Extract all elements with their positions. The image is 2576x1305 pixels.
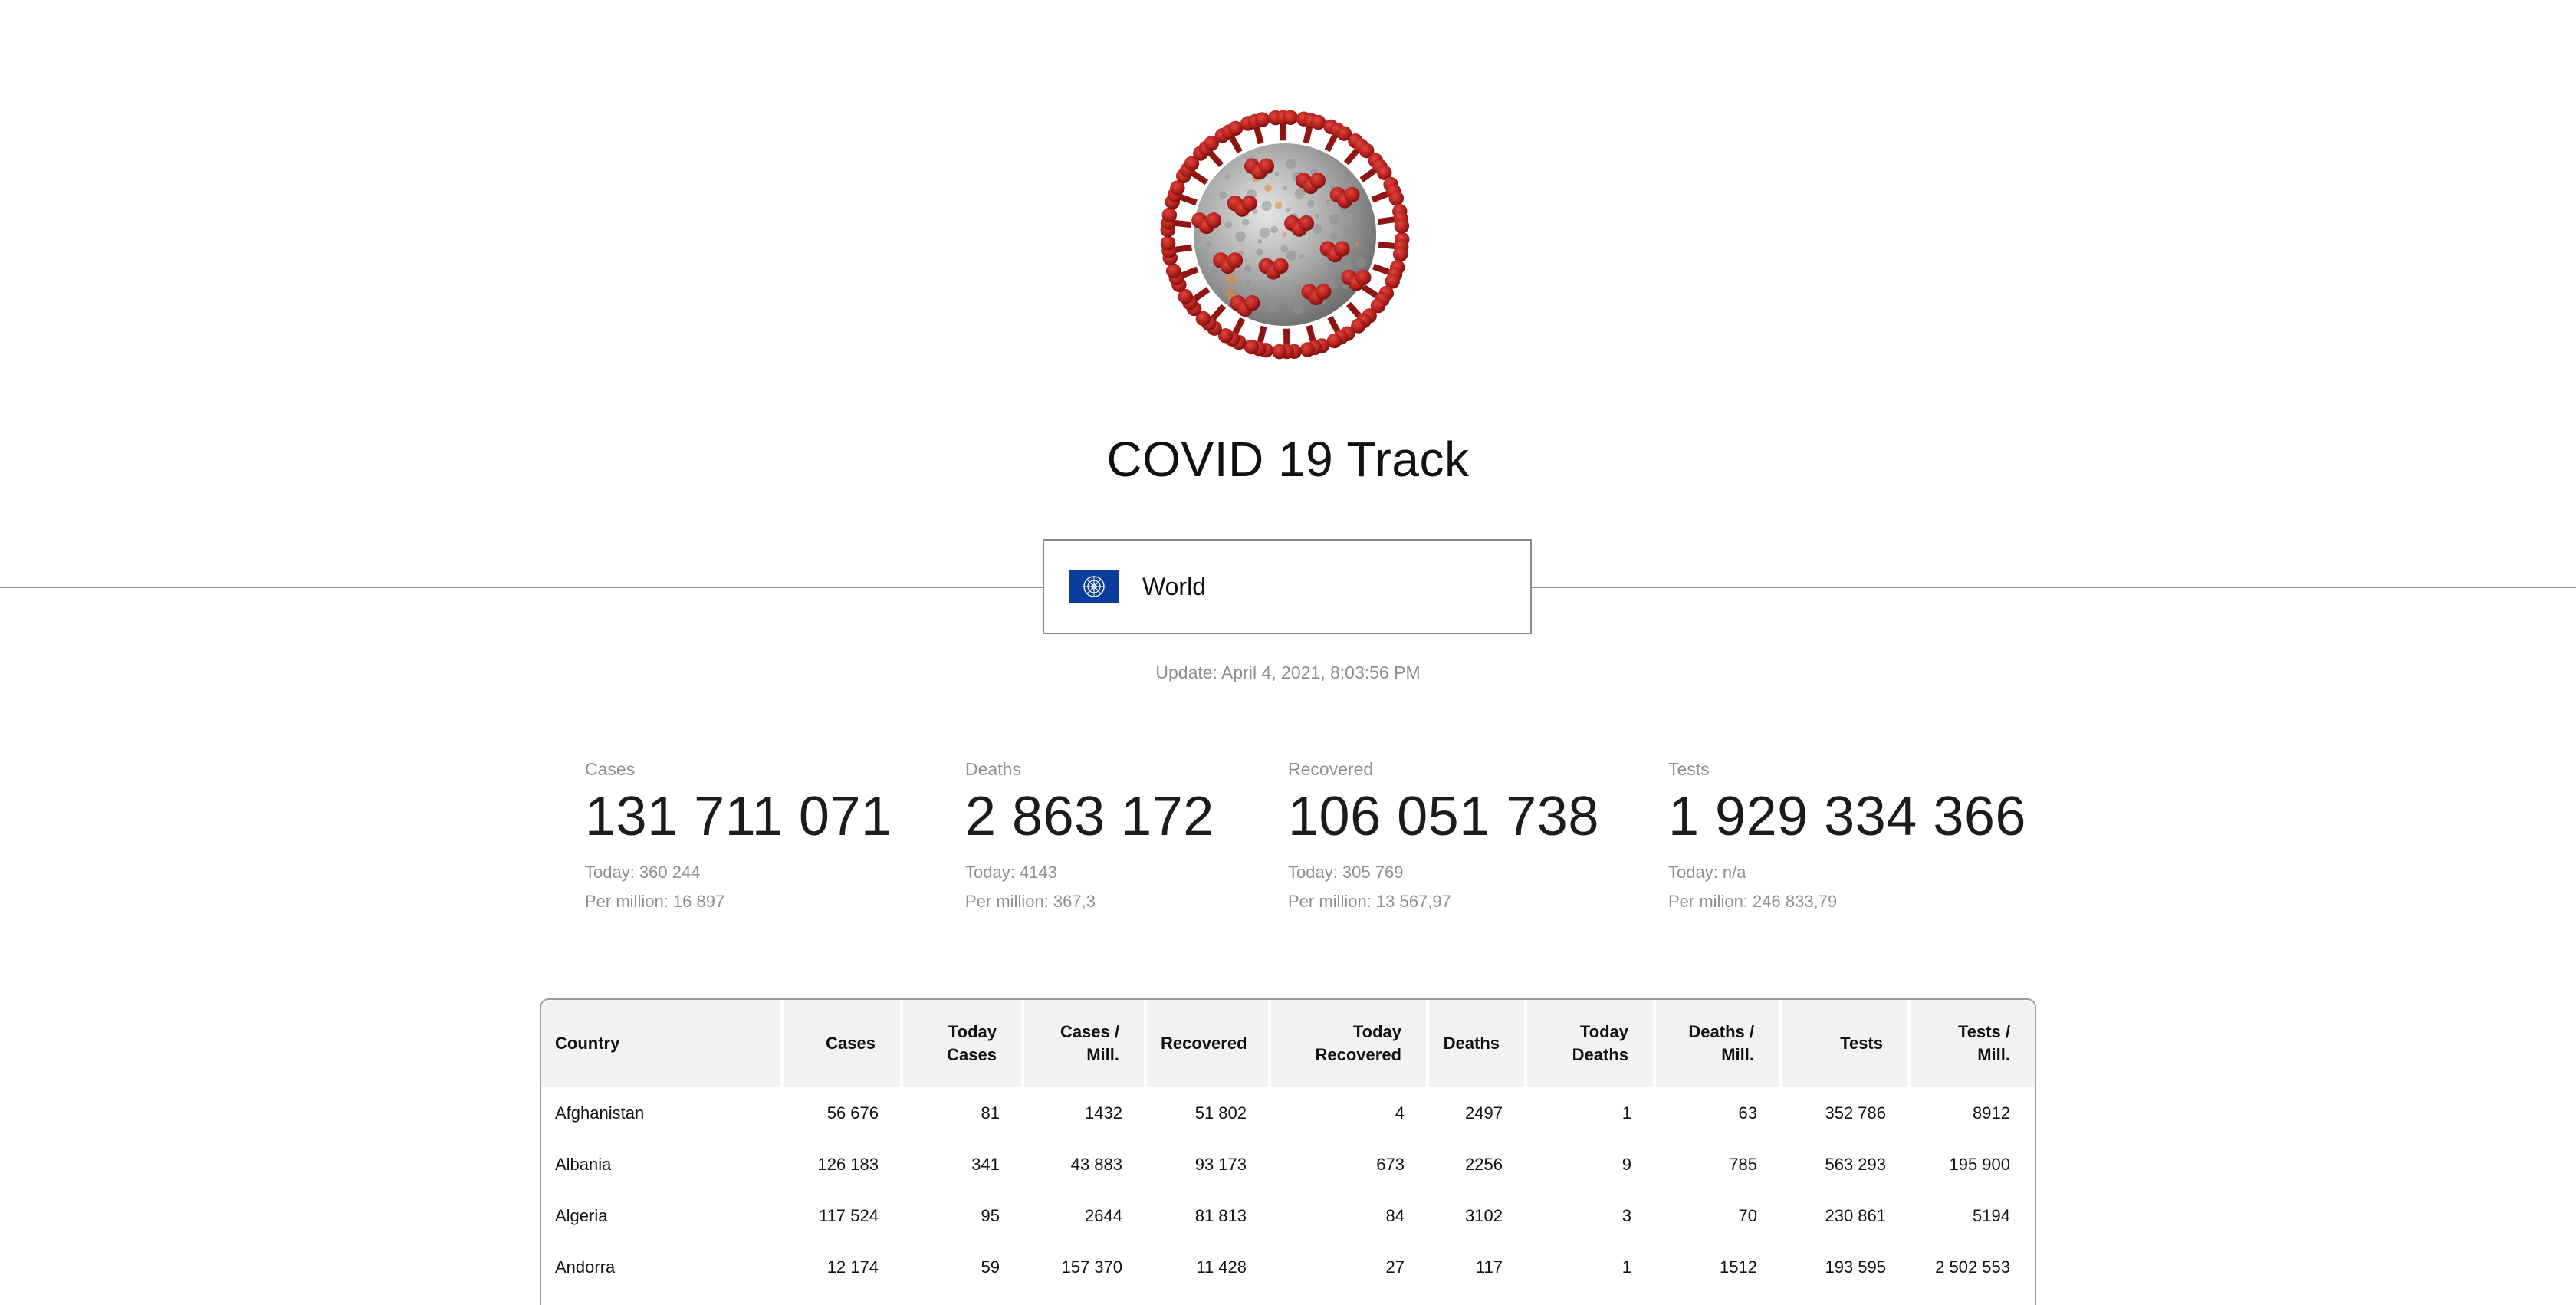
- cell-today-cases: 341: [971, 1154, 1000, 1174]
- cell-today-recovered: 84: [1385, 1205, 1405, 1225]
- cell-today-recovered: 4: [1395, 1103, 1405, 1123]
- table-row[interactable]: Afghanistan 56 676 81 1432 51 802 4 2497…: [541, 1087, 2035, 1139]
- cell-cases: 117 524: [819, 1205, 879, 1225]
- stat-value: 106 051 738: [1288, 786, 1599, 847]
- stat-today: Today: n/a: [1668, 863, 1746, 882]
- cell-tests: 563 293: [1825, 1154, 1886, 1174]
- cell-deaths-per-mill: 1512: [1720, 1257, 1757, 1277]
- cell-country: Andorra: [555, 1257, 616, 1277]
- cell-country: Algeria: [555, 1205, 608, 1225]
- table-header-row: Country Cases Today Cases Cases / Mill. Re…: [541, 1000, 2035, 1087]
- table-row[interactable]: Andorra 12 174 59 157 370 11 428 27 117 …: [541, 1241, 2035, 1293]
- stat-per-million: Per million: 13 567,97: [1288, 892, 1451, 911]
- stat-tests: Tests 1 929 334 366 Today: n/a Per milio…: [1668, 759, 2026, 916]
- cell-deaths: 117: [1475, 1257, 1503, 1277]
- stat-today: Today: 305 769: [1288, 863, 1404, 882]
- cell-tests: 352 786: [1825, 1103, 1886, 1123]
- cell-today-recovered: 27: [1385, 1257, 1405, 1277]
- stat-cases: Cases 131 711 071 Today: 360 244 Per mil…: [585, 759, 892, 916]
- stat-value: 2 863 172: [965, 786, 1214, 847]
- cell-country: Albania: [555, 1154, 612, 1174]
- cell-deaths-per-mill: 63: [1738, 1103, 1757, 1123]
- cell-today-deaths: 1: [1622, 1103, 1631, 1123]
- column-header-deaths-per-mill[interactable]: Deaths / Mill.: [1656, 1000, 1782, 1087]
- coronavirus-logo-icon: [1160, 110, 1410, 360]
- table-row[interactable]: Albania 126 183 341 43 883 93 173 673 22…: [541, 1139, 2035, 1190]
- cell-tests: 230 861: [1825, 1205, 1886, 1225]
- column-header-today-deaths[interactable]: Today Deaths: [1527, 1000, 1656, 1087]
- cell-tests-per-mill: 8912: [1973, 1103, 2010, 1123]
- cell-cases: 12 174: [826, 1257, 879, 1277]
- cell-cases: 126 183: [817, 1154, 879, 1174]
- cell-today-deaths: 9: [1622, 1154, 1631, 1174]
- cell-today-deaths: 1: [1622, 1257, 1631, 1277]
- stat-deaths: Deaths 2 863 172 Today: 4143 Per million…: [965, 759, 1214, 916]
- stat-label: Deaths: [965, 759, 1021, 779]
- column-header-cases[interactable]: Cases: [784, 1000, 903, 1087]
- cell-tests: 193 595: [1825, 1257, 1886, 1277]
- cell-today-recovered: 673: [1376, 1154, 1405, 1174]
- cell-recovered: 11 428: [1196, 1257, 1247, 1277]
- stat-today: Today: 4143: [965, 863, 1057, 882]
- stat-label: Tests: [1668, 759, 1710, 779]
- stat-value: 131 711 071: [585, 786, 892, 847]
- cell-country: Afghanistan: [555, 1103, 645, 1123]
- cell-cases-per-mill: 43 883: [1070, 1154, 1122, 1174]
- stat-per-million: Per million: 16 897: [585, 892, 725, 911]
- page: COVID 19 Track World Update: April 4, 20…: [0, 0, 2576, 1305]
- update-timestamp: Update: April 4, 2021, 8:03:56 PM: [1155, 662, 1421, 682]
- stat-label: Recovered: [1288, 759, 1374, 779]
- cell-cases-per-mill: 1432: [1085, 1103, 1122, 1123]
- column-header-today-cases[interactable]: Today Cases: [903, 1000, 1024, 1087]
- stat-label: Cases: [585, 759, 636, 779]
- column-header-deaths[interactable]: Deaths: [1429, 1000, 1527, 1087]
- cell-today-cases: 81: [981, 1103, 1000, 1123]
- stat-per-million: Per million: 367,3: [965, 892, 1096, 911]
- cell-tests-per-mill: 195 900: [1949, 1154, 2010, 1174]
- cell-today-deaths: 3: [1622, 1205, 1631, 1225]
- region-selector[interactable]: World: [1043, 539, 1532, 634]
- un-flag-icon: [1069, 570, 1119, 603]
- cell-cases-per-mill: 157 370: [1061, 1257, 1122, 1277]
- cell-deaths-per-mill: 785: [1729, 1154, 1757, 1174]
- cell-deaths: 3102: [1465, 1205, 1503, 1225]
- stat-today: Today: 360 244: [585, 863, 701, 882]
- country-table: Country Cases Today Cases Cases / Mill. Re…: [540, 998, 2036, 1305]
- column-header-tests[interactable]: Tests: [1782, 1000, 1911, 1087]
- stat-per-million: Per milion: 246 833,79: [1668, 892, 1838, 911]
- page-title: COVID 19 Track: [1106, 432, 1470, 487]
- column-header-recovered[interactable]: Recovered: [1147, 1000, 1271, 1087]
- cell-recovered: 93 173: [1194, 1154, 1247, 1174]
- cell-deaths: 2256: [1465, 1154, 1503, 1174]
- cell-deaths-per-mill: 70: [1738, 1205, 1757, 1225]
- cell-recovered: 51 802: [1194, 1103, 1247, 1123]
- column-header-today-recovered[interactable]: Today Recovered: [1271, 1000, 1429, 1087]
- cell-today-cases: 59: [981, 1257, 1000, 1277]
- column-header-country[interactable]: Country: [541, 1000, 784, 1087]
- stat-value: 1 929 334 366: [1668, 786, 2026, 847]
- column-header-cases-per-mill[interactable]: Cases / Mill.: [1024, 1000, 1147, 1087]
- cell-tests-per-mill: 5194: [1973, 1205, 2010, 1225]
- cell-tests-per-mill: 2 502 553: [1935, 1257, 2010, 1277]
- cell-cases-per-mill: 2644: [1085, 1205, 1122, 1225]
- column-header-tests-per-mill[interactable]: Tests / Mill.: [1911, 1000, 2035, 1087]
- cell-cases: 56 676: [826, 1103, 879, 1123]
- cell-today-cases: 95: [981, 1205, 1000, 1225]
- table-row[interactable]: Algeria 117 524 95 2644 81 813 84 3102 3…: [541, 1190, 2035, 1241]
- cell-recovered: 81 813: [1194, 1205, 1247, 1225]
- cell-deaths: 2497: [1465, 1103, 1503, 1123]
- region-selector-label: World: [1142, 572, 1206, 600]
- stat-recovered: Recovered 106 051 738 Today: 305 769 Per…: [1288, 759, 1599, 916]
